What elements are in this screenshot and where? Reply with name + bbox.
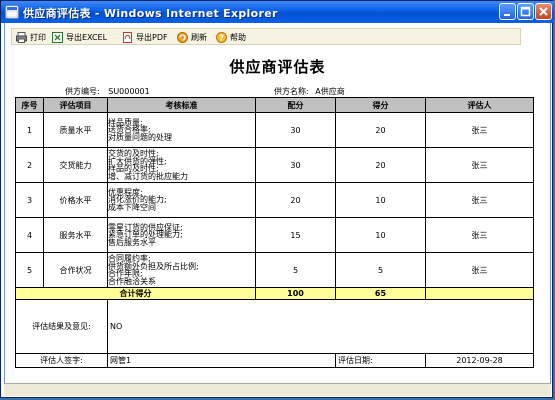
date-label: 评估日期: xyxy=(335,353,426,368)
date-value: 2012-09-28 xyxy=(425,353,534,368)
supplier-number: 供方编号: SU000001 xyxy=(65,86,150,97)
report-toolbar: 打印 导出EXCEL 导出PDF 刷新 ? 帮助 xyxy=(11,28,521,45)
criteria-line: 成本下降空间 xyxy=(108,202,156,212)
criteria-line: 增、减订货的批应能力 xyxy=(108,171,188,181)
table-row: 2 交货能力 交货的及时性; 扩大供货的弹性; 样品的及时性; 增、减订货的批应… xyxy=(15,147,534,183)
total-max: 100 xyxy=(255,287,336,300)
excel-icon xyxy=(52,31,63,43)
export-excel-button[interactable]: 导出EXCEL xyxy=(52,30,107,44)
row-max: 5 xyxy=(255,252,336,288)
row-item: 服务水平 xyxy=(43,217,108,253)
row-max: 15 xyxy=(255,217,336,253)
row-no: 5 xyxy=(15,252,44,288)
maximize-button[interactable] xyxy=(517,3,534,20)
total-empty xyxy=(425,287,534,300)
row-score: 5 xyxy=(335,252,426,288)
result-value: NO xyxy=(107,299,534,354)
criteria-line: 对质量问题的处理 xyxy=(108,132,172,142)
sign-label: 评估人签字: xyxy=(15,353,108,368)
header-no: 序号 xyxy=(15,97,44,113)
refresh-icon xyxy=(177,31,188,43)
sign-value: 网管1 xyxy=(107,353,336,368)
row-score: 10 xyxy=(335,182,426,218)
close-icon xyxy=(539,7,548,16)
minimize-button[interactable] xyxy=(499,3,516,20)
supplier-number-label: 供方编号: xyxy=(65,87,100,96)
row-criteria: 优惠程度; 消化涨价的能力; 成本下降空间 xyxy=(107,182,256,218)
header-item: 评估项目 xyxy=(43,97,108,113)
evaluation-table: 序号 评估项目 考核标准 配分 得分 评估人 1 质量水平 样品质量; 送货合格… xyxy=(15,97,534,368)
row-no: 2 xyxy=(15,147,44,183)
header-criteria: 考核标准 xyxy=(107,97,256,113)
row-item: 交货能力 xyxy=(43,147,108,183)
title-bar[interactable]: 供应商评估表 - Windows Internet Explorer xyxy=(1,1,554,23)
refresh-button[interactable]: 刷新 xyxy=(177,30,207,44)
print-label: 打印 xyxy=(30,32,46,42)
export-excel-label: 导出EXCEL xyxy=(66,32,108,42)
table-header-row: 序号 评估项目 考核标准 配分 得分 评估人 xyxy=(15,97,534,113)
sign-row: 评估人签字: 网管1 评估日期: 2012-09-28 xyxy=(15,353,534,368)
ie-icon xyxy=(5,5,19,19)
row-max: 30 xyxy=(255,112,336,148)
print-button[interactable]: 打印 xyxy=(16,30,46,44)
export-pdf-button[interactable]: 导出PDF xyxy=(122,30,168,44)
window-title: 供应商评估表 - Windows Internet Explorer xyxy=(23,7,278,20)
row-item: 质量水平 xyxy=(43,112,108,148)
total-score: 65 xyxy=(335,287,426,300)
svg-text:?: ? xyxy=(219,33,224,42)
row-criteria: 样品质量; 送货合格率; 对质量问题的处理 xyxy=(107,112,256,148)
export-pdf-label: 导出PDF xyxy=(136,32,168,42)
status-bar xyxy=(4,383,551,396)
row-assessor: 张三 xyxy=(425,217,534,253)
row-criteria: 交货的及时性; 扩大供货的弹性; 样品的及时性; 增、减订货的批应能力 xyxy=(107,147,256,183)
row-assessor: 张三 xyxy=(425,182,534,218)
row-score: 20 xyxy=(335,147,426,183)
table-row: 1 质量水平 样品质量; 送货合格率; 对质量问题的处理 30 20 张三 xyxy=(15,112,534,148)
table-row: 4 服务水平 零星订货的供应保证; 紧急订单的处理能力; 售后服务水平 15 1… xyxy=(15,217,534,253)
close-button[interactable] xyxy=(535,3,552,20)
supplier-name: 供方名称: A供应商 xyxy=(274,86,345,97)
header-max: 配分 xyxy=(255,97,336,113)
result-label: 评估结果及意见: xyxy=(15,299,108,354)
row-max: 20 xyxy=(255,182,336,218)
supplier-number-value: SU000001 xyxy=(108,87,150,96)
criteria-line: 售后服务水平 xyxy=(108,237,156,247)
row-no: 4 xyxy=(15,217,44,253)
supplier-name-value: A供应商 xyxy=(315,87,345,96)
row-max: 30 xyxy=(255,147,336,183)
total-label: 合计得分 xyxy=(15,287,256,300)
supplier-name-label: 供方名称: xyxy=(274,87,309,96)
help-button[interactable]: ? 帮助 xyxy=(216,30,246,44)
row-score: 20 xyxy=(335,112,426,148)
minimize-icon xyxy=(504,14,510,16)
table-row: 5 合作状况 合同履约率; 供货额外负担及所占比例; 合作年限; 合作融洽关系 … xyxy=(15,252,534,288)
browser-window: 供应商评估表 - Windows Internet Explorer 打印 导出… xyxy=(0,0,554,398)
maximize-icon xyxy=(520,6,531,17)
row-item: 合作状况 xyxy=(43,252,108,288)
row-no: 1 xyxy=(15,112,44,148)
criteria-line: 合作融洽关系 xyxy=(108,276,156,286)
help-icon: ? xyxy=(216,31,227,43)
header-assessor: 评估人 xyxy=(425,97,534,113)
row-criteria: 零星订货的供应保证; 紧急订单的处理能力; 售后服务水平 xyxy=(107,217,256,253)
refresh-label: 刷新 xyxy=(191,32,207,42)
printer-icon xyxy=(16,31,27,43)
header-score: 得分 xyxy=(335,97,426,113)
result-row: 评估结果及意见: NO xyxy=(15,299,534,354)
row-assessor: 张三 xyxy=(425,252,534,288)
row-score: 10 xyxy=(335,217,426,253)
row-item: 价格水平 xyxy=(43,182,108,218)
pdf-icon xyxy=(123,31,132,43)
total-row: 合计得分 100 65 xyxy=(15,287,534,300)
page-title: 供应商评估表 xyxy=(229,58,326,76)
table-row: 3 价格水平 优惠程度; 消化涨价的能力; 成本下降空间 20 10 张三 xyxy=(15,182,534,218)
row-criteria: 合同履约率; 供货额外负担及所占比例; 合作年限; 合作融洽关系 xyxy=(107,252,256,288)
row-no: 3 xyxy=(15,182,44,218)
row-assessor: 张三 xyxy=(425,112,534,148)
help-label: 帮助 xyxy=(230,32,246,42)
row-assessor: 张三 xyxy=(425,147,534,183)
